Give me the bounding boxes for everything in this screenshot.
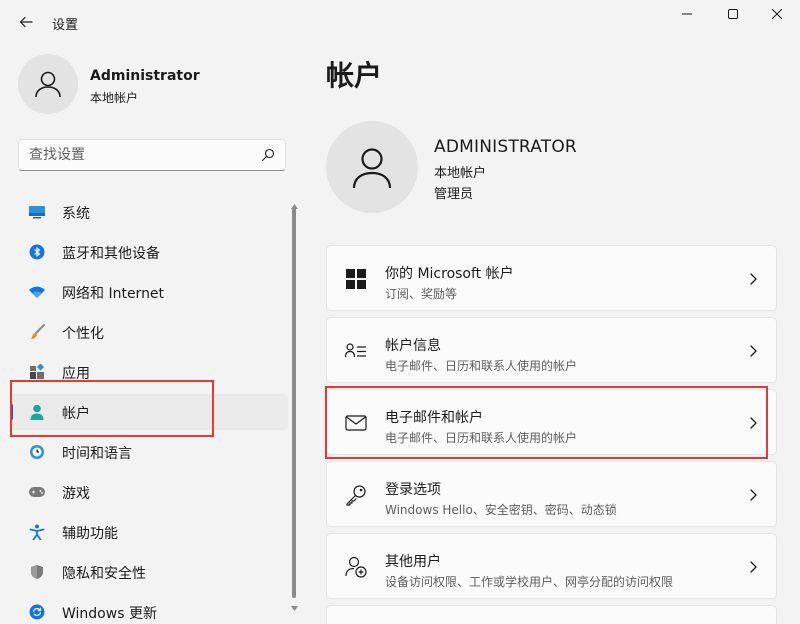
close-button[interactable]	[754, 0, 800, 28]
page-title: 帐户	[326, 59, 383, 92]
mail-icon	[345, 412, 367, 434]
card-microsoft-account[interactable]: 你的 Microsoft 帐户 订阅、奖励等	[326, 245, 777, 311]
card-title: 帐户信息	[385, 338, 441, 354]
sidebar-item-accounts[interactable]: 帐户	[10, 394, 288, 430]
sidebar-item-label: 个性化	[62, 326, 104, 342]
gamepad-icon	[28, 483, 46, 501]
sidebar-item-windows-update[interactable]: Windows 更新	[10, 594, 288, 624]
person-icon	[28, 403, 46, 421]
maximize-button[interactable]	[710, 0, 756, 28]
windows-logo-icon	[345, 268, 367, 290]
chevron-right-icon	[750, 561, 757, 573]
sidebar-item-label: 蓝牙和其他设备	[62, 246, 160, 262]
card-subtitle: 电子邮件、日历和联系人使用的帐户	[385, 359, 578, 373]
sidebar-nav: 系统 蓝牙和其他设备 网络和 Internet 个性化 应用 帐户 时间和语言 …	[10, 194, 288, 624]
sidebar-item-bluetooth[interactable]: 蓝牙和其他设备	[10, 234, 288, 270]
card-account-info[interactable]: 帐户信息 电子邮件、日历和联系人使用的帐户	[326, 317, 777, 383]
chevron-right-icon	[750, 345, 757, 357]
sidebar-scrollbar[interactable]	[290, 194, 298, 618]
sidebar-item-label: 辅助功能	[62, 526, 118, 542]
sidebar-item-time-language[interactable]: 时间和语言	[10, 434, 288, 470]
sidebar-item-label: 游戏	[62, 486, 90, 502]
apps-icon	[28, 363, 46, 381]
sidebar-item-apps[interactable]: 应用	[10, 354, 288, 390]
back-arrow-icon	[19, 16, 33, 28]
search-box[interactable]	[18, 139, 286, 171]
card-title: 电子邮件和帐户	[385, 410, 483, 426]
account-avatar[interactable]	[326, 121, 418, 213]
profile-account-type: 本地帐户	[90, 91, 139, 105]
account-role: 管理员	[434, 187, 474, 202]
sidebar-item-gaming[interactable]: 游戏	[10, 474, 288, 510]
sidebar-item-label: 系统	[62, 206, 90, 222]
title-bar: 设置	[0, 0, 800, 44]
card-title: 你的 Microsoft 帐户	[385, 266, 514, 282]
card-other-users[interactable]: 其他用户 设备访问权限、工作或学校用户、网亭分配的访问权限	[326, 533, 777, 599]
monitor-icon	[28, 203, 46, 221]
scroll-thumb[interactable]	[292, 208, 296, 598]
card-subtitle: 订阅、奖励等	[385, 287, 458, 301]
account-type: 本地帐户	[434, 166, 487, 181]
chevron-right-icon	[750, 273, 757, 285]
back-button[interactable]	[12, 8, 40, 36]
sidebar-item-label: 帐户	[62, 406, 90, 422]
maximize-icon	[728, 9, 738, 19]
minimize-button[interactable]	[664, 0, 710, 28]
card-subtitle: Windows Hello、安全密钥、密码、动态锁	[385, 503, 617, 517]
settings-window: 设置 Administrator 本地帐户 系统	[0, 0, 800, 624]
sidebar-item-system[interactable]: 系统	[10, 194, 288, 230]
profile-name: Administrator	[90, 68, 200, 84]
sidebar-item-label: Windows 更新	[62, 606, 157, 622]
close-icon	[772, 9, 782, 19]
minimize-icon	[682, 13, 692, 15]
chevron-right-icon	[750, 489, 757, 501]
app-title: 设置	[52, 18, 79, 33]
update-icon	[28, 603, 46, 621]
card-subtitle: 电子邮件、日历和联系人使用的帐户	[385, 431, 578, 445]
sidebar-item-label: 网络和 Internet	[62, 286, 165, 302]
card-title: 其他用户	[385, 554, 441, 570]
sidebar-item-label: 应用	[62, 366, 90, 382]
shield-icon	[28, 563, 46, 581]
brush-icon	[28, 323, 46, 341]
sidebar-item-label: 时间和语言	[62, 446, 132, 462]
sidebar-item-label: 隐私和安全性	[62, 566, 146, 582]
person-icon	[352, 148, 392, 189]
card-sign-in-options[interactable]: 登录选项 Windows Hello、安全密钥、密码、动态锁	[326, 461, 777, 527]
add-user-icon	[345, 556, 367, 578]
caret-down-icon	[290, 605, 298, 611]
avatar[interactable]	[18, 54, 78, 114]
search-icon[interactable]	[261, 148, 275, 162]
sidebar-item-privacy[interactable]: 隐私和安全性	[10, 554, 288, 590]
wifi-icon	[28, 283, 46, 301]
card-partial[interactable]	[326, 605, 777, 624]
sidebar-item-accessibility[interactable]: 辅助功能	[10, 514, 288, 550]
account-info-icon	[345, 340, 367, 362]
card-title: 登录选项	[385, 482, 441, 498]
bluetooth-icon	[28, 243, 46, 261]
chevron-right-icon	[750, 417, 757, 429]
card-email-accounts[interactable]: 电子邮件和帐户 电子邮件、日历和联系人使用的帐户	[326, 389, 777, 455]
active-indicator	[10, 404, 13, 420]
accessibility-icon	[28, 523, 46, 541]
card-subtitle: 设备访问权限、工作或学校用户、网亭分配的访问权限	[385, 575, 674, 589]
sidebar-item-personalization[interactable]: 个性化	[10, 314, 288, 350]
search-input[interactable]	[19, 140, 255, 170]
key-icon	[345, 484, 367, 506]
sidebar-item-network[interactable]: 网络和 Internet	[10, 274, 288, 310]
scroll-down-button[interactable]	[290, 604, 298, 612]
account-name: ADMINISTRATOR	[434, 137, 577, 157]
clock-globe-icon	[28, 443, 46, 461]
person-icon	[35, 71, 61, 98]
